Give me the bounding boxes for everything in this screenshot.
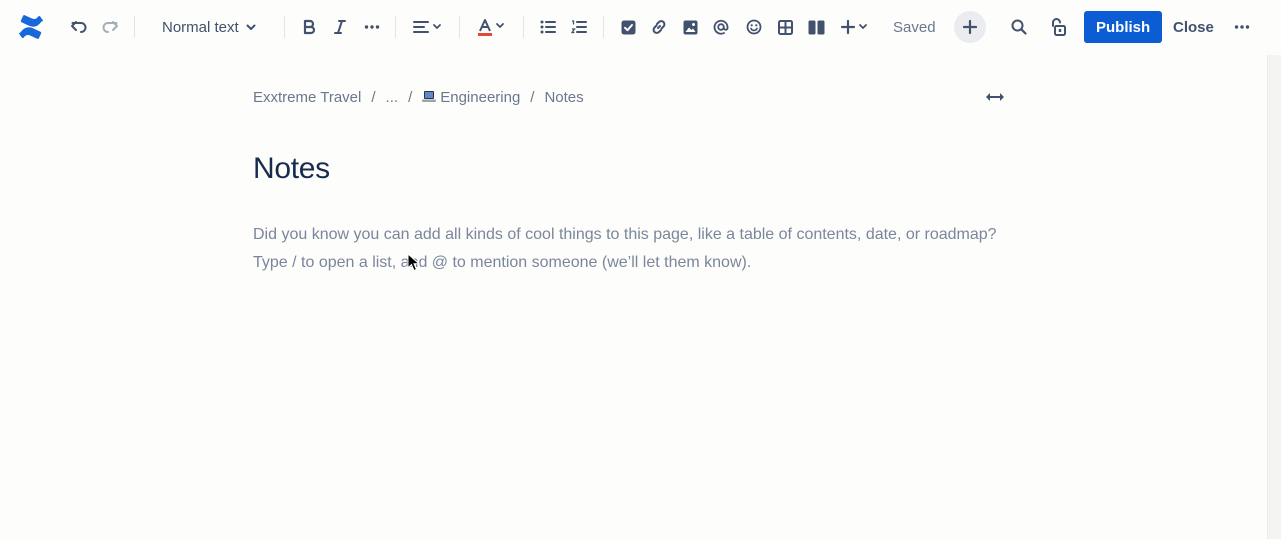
expand-width-icon[interactable] xyxy=(984,88,1006,106)
create-button[interactable] xyxy=(954,11,986,43)
editor-toolbar: Normal text Saved Publish Close xyxy=(0,0,1267,55)
breadcrumb-separator: / xyxy=(371,88,376,106)
mention-icon[interactable] xyxy=(712,12,730,42)
numbered-list-icon[interactable] xyxy=(570,12,588,42)
unlock-icon[interactable] xyxy=(1046,12,1068,42)
breadcrumb-item-notes[interactable]: Notes xyxy=(544,89,583,106)
plus-icon xyxy=(963,20,977,34)
breadcrumb-item-ellipsis[interactable]: ... xyxy=(386,89,399,106)
emoji-icon[interactable] xyxy=(745,12,763,42)
confluence-logo-icon[interactable] xyxy=(17,12,45,42)
publish-button[interactable]: Publish xyxy=(1084,11,1163,43)
saved-status: Saved xyxy=(893,18,936,36)
placeholder-line: Type / to open a list, and @ to mention … xyxy=(253,253,752,271)
task-checkbox-icon[interactable] xyxy=(619,12,637,42)
breadcrumb-separator: / xyxy=(530,88,535,106)
breadcrumb-item-space[interactable]: Exxtreme Travel xyxy=(253,89,361,106)
text-style-dropdown[interactable]: Normal text xyxy=(162,12,257,42)
editor-placeholder[interactable]: Did you know you can add all kinds of co… xyxy=(253,221,1033,276)
toolbar-separator xyxy=(134,16,135,38)
bold-icon[interactable] xyxy=(300,12,318,42)
text-color-icon[interactable] xyxy=(476,12,508,42)
search-icon[interactable] xyxy=(1009,12,1029,42)
laptop-emoji-icon xyxy=(422,90,437,102)
redo-icon[interactable] xyxy=(99,12,121,42)
italic-icon[interactable] xyxy=(331,12,349,42)
breadcrumb: Exxtreme Travel / ... / Engineering / No… xyxy=(253,87,584,107)
layouts-icon[interactable] xyxy=(807,12,825,42)
toolbar-separator xyxy=(459,16,460,38)
mouse-cursor-icon xyxy=(407,253,421,272)
chevron-down-icon xyxy=(246,24,256,30)
undo-icon[interactable] xyxy=(68,12,90,42)
link-icon[interactable] xyxy=(650,12,668,42)
insert-plus-icon[interactable] xyxy=(839,12,871,42)
breadcrumb-engineering-label: Engineering xyxy=(440,88,521,106)
close-button[interactable]: Close xyxy=(1173,12,1214,42)
table-icon[interactable] xyxy=(776,12,794,42)
more-icon[interactable] xyxy=(1232,12,1252,42)
toolbar-separator xyxy=(395,16,396,38)
align-icon[interactable] xyxy=(412,12,444,42)
page-title[interactable]: Notes xyxy=(253,152,330,186)
toolbar-separator xyxy=(523,16,524,38)
text-style-label: Normal text xyxy=(162,18,239,36)
placeholder-line: Did you know you can add all kinds of co… xyxy=(253,226,997,243)
image-icon[interactable] xyxy=(681,12,699,42)
vertical-scrollbar[interactable] xyxy=(1267,55,1281,539)
more-formatting-icon[interactable] xyxy=(362,12,382,42)
bullet-list-icon[interactable] xyxy=(539,12,557,42)
toolbar-separator xyxy=(284,16,285,38)
breadcrumb-item-engineering[interactable]: Engineering xyxy=(422,89,520,106)
breadcrumb-separator: / xyxy=(408,88,413,106)
toolbar-separator xyxy=(603,16,604,38)
